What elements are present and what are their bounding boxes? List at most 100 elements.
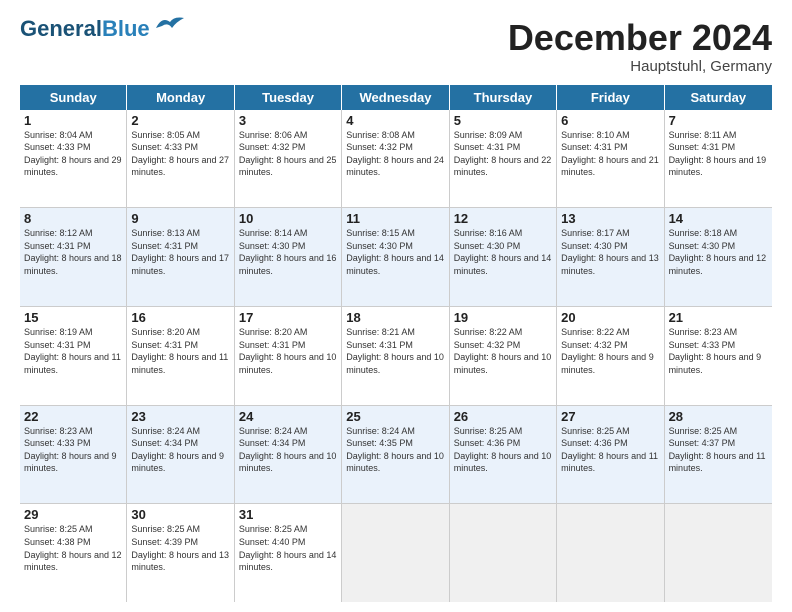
header-monday: Monday	[127, 85, 234, 110]
day-number: 26	[454, 409, 552, 424]
header-wednesday: Wednesday	[342, 85, 449, 110]
cal-cell-1-1: 1Sunrise: 8:04 AMSunset: 4:33 PMDaylight…	[20, 110, 127, 208]
day-number: 2	[131, 113, 229, 128]
cal-cell-5-3: 31Sunrise: 8:25 AMSunset: 4:40 PMDayligh…	[235, 504, 342, 602]
cal-cell-3-1: 15Sunrise: 8:19 AMSunset: 4:31 PMDayligh…	[20, 307, 127, 405]
day-number: 6	[561, 113, 659, 128]
day-number: 11	[346, 211, 444, 226]
calendar-week-4: 22Sunrise: 8:23 AMSunset: 4:33 PMDayligh…	[20, 406, 772, 505]
cell-info: Sunrise: 8:25 AMSunset: 4:37 PMDaylight:…	[669, 425, 768, 475]
day-number: 31	[239, 507, 337, 522]
cell-info: Sunrise: 8:15 AMSunset: 4:30 PMDaylight:…	[346, 227, 444, 277]
cell-info: Sunrise: 8:25 AMSunset: 4:38 PMDaylight:…	[24, 523, 122, 573]
cal-cell-3-2: 16Sunrise: 8:20 AMSunset: 4:31 PMDayligh…	[127, 307, 234, 405]
calendar-subtitle: Hauptstuhl, Germany	[508, 58, 772, 75]
cal-cell-4-1: 22Sunrise: 8:23 AMSunset: 4:33 PMDayligh…	[20, 406, 127, 504]
day-number: 29	[24, 507, 122, 522]
day-number: 4	[346, 113, 444, 128]
cell-info: Sunrise: 8:23 AMSunset: 4:33 PMDaylight:…	[24, 425, 122, 475]
day-number: 27	[561, 409, 659, 424]
cell-info: Sunrise: 8:20 AMSunset: 4:31 PMDaylight:…	[131, 326, 229, 376]
logo-text: GeneralBlue	[20, 18, 150, 40]
calendar-week-2: 8Sunrise: 8:12 AMSunset: 4:31 PMDaylight…	[20, 208, 772, 307]
cell-info: Sunrise: 8:05 AMSunset: 4:33 PMDaylight:…	[131, 129, 229, 179]
cell-info: Sunrise: 8:10 AMSunset: 4:31 PMDaylight:…	[561, 129, 659, 179]
cell-info: Sunrise: 8:08 AMSunset: 4:32 PMDaylight:…	[346, 129, 444, 179]
header-tuesday: Tuesday	[235, 85, 342, 110]
cell-info: Sunrise: 8:25 AMSunset: 4:39 PMDaylight:…	[131, 523, 229, 573]
cell-info: Sunrise: 8:24 AMSunset: 4:34 PMDaylight:…	[131, 425, 229, 475]
cell-info: Sunrise: 8:25 AMSunset: 4:40 PMDaylight:…	[239, 523, 337, 573]
cell-info: Sunrise: 8:04 AMSunset: 4:33 PMDaylight:…	[24, 129, 122, 179]
cell-info: Sunrise: 8:23 AMSunset: 4:33 PMDaylight:…	[669, 326, 768, 376]
cell-info: Sunrise: 8:20 AMSunset: 4:31 PMDaylight:…	[239, 326, 337, 376]
header-friday: Friday	[557, 85, 664, 110]
cell-info: Sunrise: 8:24 AMSunset: 4:35 PMDaylight:…	[346, 425, 444, 475]
calendar-week-3: 15Sunrise: 8:19 AMSunset: 4:31 PMDayligh…	[20, 307, 772, 406]
cal-cell-5-1: 29Sunrise: 8:25 AMSunset: 4:38 PMDayligh…	[20, 504, 127, 602]
cell-info: Sunrise: 8:21 AMSunset: 4:31 PMDaylight:…	[346, 326, 444, 376]
day-number: 1	[24, 113, 122, 128]
day-number: 12	[454, 211, 552, 226]
cal-cell-5-6	[557, 504, 664, 602]
day-number: 20	[561, 310, 659, 325]
cal-cell-5-4	[342, 504, 449, 602]
cal-cell-4-3: 24Sunrise: 8:24 AMSunset: 4:34 PMDayligh…	[235, 406, 342, 504]
cal-cell-2-4: 11Sunrise: 8:15 AMSunset: 4:30 PMDayligh…	[342, 208, 449, 306]
header-thursday: Thursday	[450, 85, 557, 110]
cell-info: Sunrise: 8:25 AMSunset: 4:36 PMDaylight:…	[454, 425, 552, 475]
cell-info: Sunrise: 8:14 AMSunset: 4:30 PMDaylight:…	[239, 227, 337, 277]
calendar-week-5: 29Sunrise: 8:25 AMSunset: 4:38 PMDayligh…	[20, 504, 772, 602]
cell-info: Sunrise: 8:16 AMSunset: 4:30 PMDaylight:…	[454, 227, 552, 277]
cal-cell-1-3: 3Sunrise: 8:06 AMSunset: 4:32 PMDaylight…	[235, 110, 342, 208]
cell-info: Sunrise: 8:19 AMSunset: 4:31 PMDaylight:…	[24, 326, 122, 376]
cell-info: Sunrise: 8:17 AMSunset: 4:30 PMDaylight:…	[561, 227, 659, 277]
day-number: 24	[239, 409, 337, 424]
day-number: 21	[669, 310, 768, 325]
cal-cell-2-2: 9Sunrise: 8:13 AMSunset: 4:31 PMDaylight…	[127, 208, 234, 306]
day-number: 10	[239, 211, 337, 226]
logo-bird-icon	[154, 14, 186, 36]
cal-cell-2-7: 14Sunrise: 8:18 AMSunset: 4:30 PMDayligh…	[665, 208, 772, 306]
calendar-title: December 2024	[508, 18, 772, 58]
day-number: 18	[346, 310, 444, 325]
day-number: 8	[24, 211, 122, 226]
header-saturday: Saturday	[665, 85, 772, 110]
cal-cell-4-5: 26Sunrise: 8:25 AMSunset: 4:36 PMDayligh…	[450, 406, 557, 504]
cal-cell-3-3: 17Sunrise: 8:20 AMSunset: 4:31 PMDayligh…	[235, 307, 342, 405]
cell-info: Sunrise: 8:13 AMSunset: 4:31 PMDaylight:…	[131, 227, 229, 277]
cal-cell-4-2: 23Sunrise: 8:24 AMSunset: 4:34 PMDayligh…	[127, 406, 234, 504]
day-number: 3	[239, 113, 337, 128]
cal-cell-1-7: 7Sunrise: 8:11 AMSunset: 4:31 PMDaylight…	[665, 110, 772, 208]
day-number: 25	[346, 409, 444, 424]
cal-cell-3-4: 18Sunrise: 8:21 AMSunset: 4:31 PMDayligh…	[342, 307, 449, 405]
header: GeneralBlue December 2024 Hauptstuhl, Ge…	[20, 18, 772, 75]
day-number: 13	[561, 211, 659, 226]
day-number: 5	[454, 113, 552, 128]
cell-info: Sunrise: 8:22 AMSunset: 4:32 PMDaylight:…	[561, 326, 659, 376]
cal-cell-2-6: 13Sunrise: 8:17 AMSunset: 4:30 PMDayligh…	[557, 208, 664, 306]
cell-info: Sunrise: 8:11 AMSunset: 4:31 PMDaylight:…	[669, 129, 768, 179]
cal-cell-4-6: 27Sunrise: 8:25 AMSunset: 4:36 PMDayligh…	[557, 406, 664, 504]
cal-cell-2-5: 12Sunrise: 8:16 AMSunset: 4:30 PMDayligh…	[450, 208, 557, 306]
calendar-body: 1Sunrise: 8:04 AMSunset: 4:33 PMDaylight…	[20, 110, 772, 602]
day-number: 19	[454, 310, 552, 325]
cell-info: Sunrise: 8:18 AMSunset: 4:30 PMDaylight:…	[669, 227, 768, 277]
cell-info: Sunrise: 8:12 AMSunset: 4:31 PMDaylight:…	[24, 227, 122, 277]
page: GeneralBlue December 2024 Hauptstuhl, Ge…	[0, 0, 792, 612]
cell-info: Sunrise: 8:09 AMSunset: 4:31 PMDaylight:…	[454, 129, 552, 179]
day-number: 14	[669, 211, 768, 226]
day-number: 22	[24, 409, 122, 424]
cal-cell-1-2: 2Sunrise: 8:05 AMSunset: 4:33 PMDaylight…	[127, 110, 234, 208]
cal-cell-5-7	[665, 504, 772, 602]
calendar-week-1: 1Sunrise: 8:04 AMSunset: 4:33 PMDaylight…	[20, 110, 772, 209]
title-block: December 2024 Hauptstuhl, Germany	[508, 18, 772, 75]
day-number: 30	[131, 507, 229, 522]
cell-info: Sunrise: 8:06 AMSunset: 4:32 PMDaylight:…	[239, 129, 337, 179]
cal-cell-5-5	[450, 504, 557, 602]
day-number: 9	[131, 211, 229, 226]
day-number: 16	[131, 310, 229, 325]
cal-cell-1-6: 6Sunrise: 8:10 AMSunset: 4:31 PMDaylight…	[557, 110, 664, 208]
day-number: 15	[24, 310, 122, 325]
logo: GeneralBlue	[20, 18, 186, 40]
